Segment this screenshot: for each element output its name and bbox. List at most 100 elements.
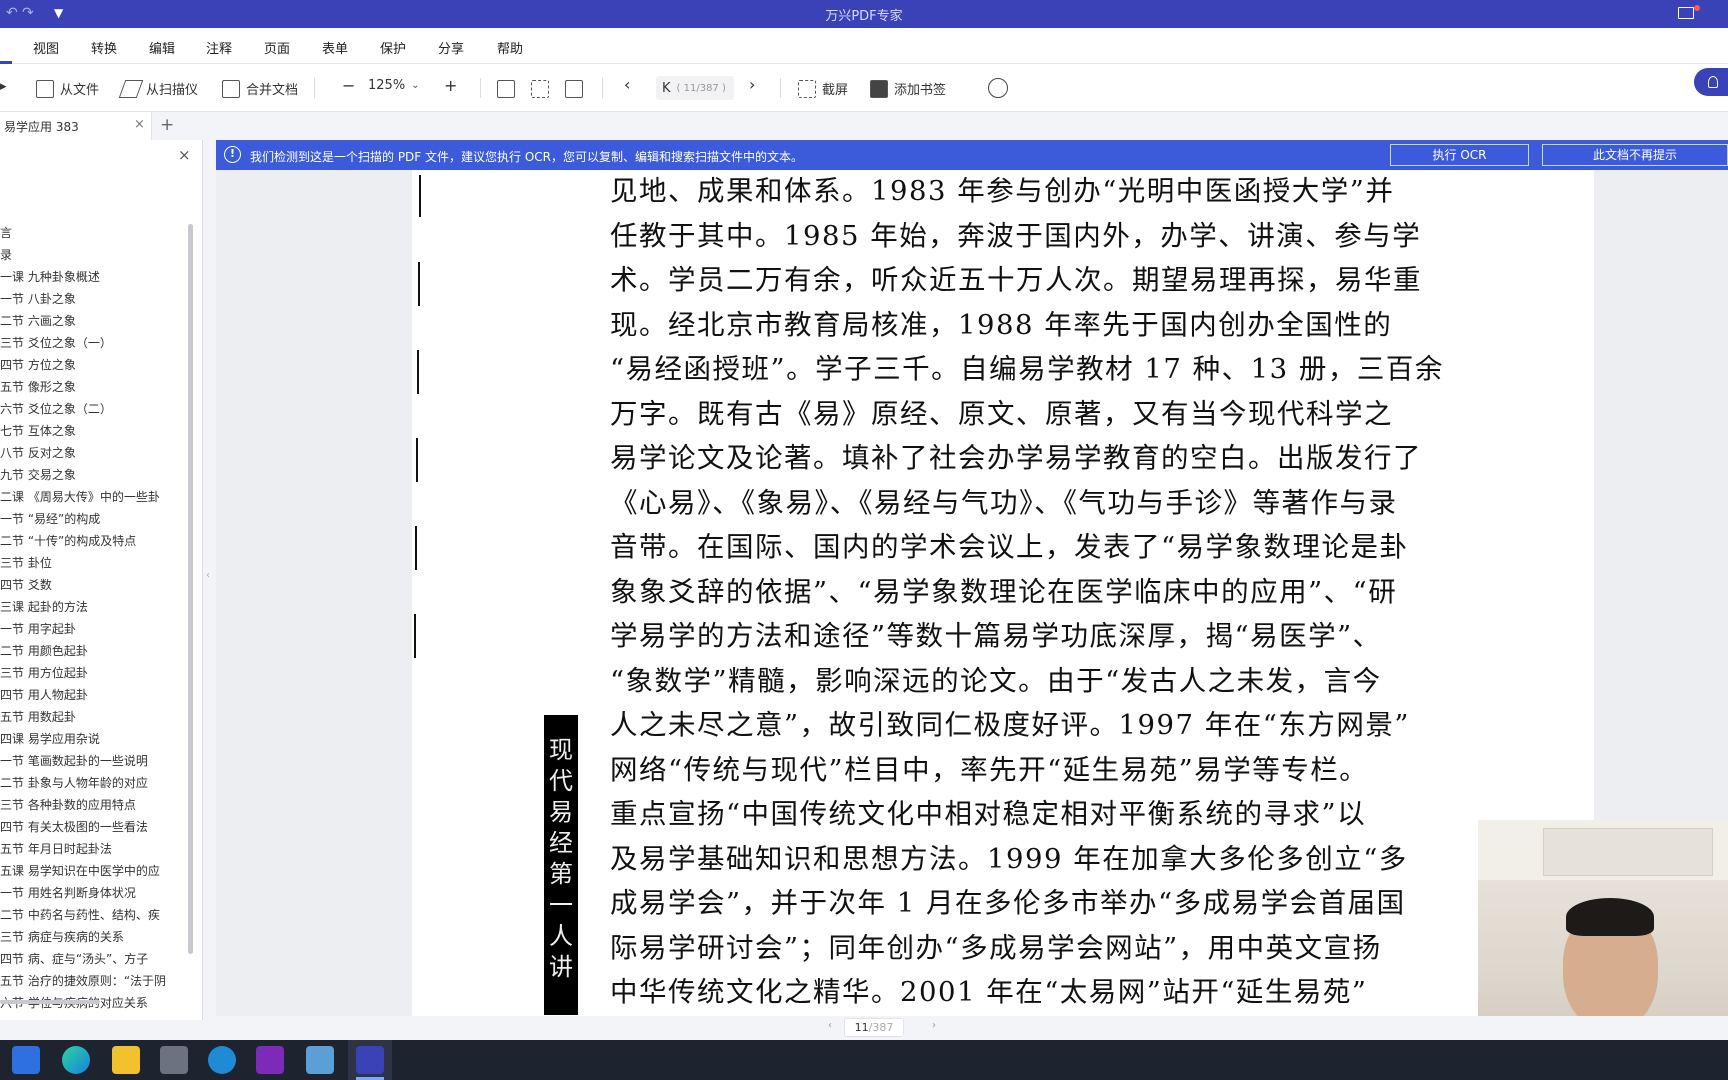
- menu-share[interactable]: 分享: [438, 38, 464, 57]
- toc-item[interactable]: 三节 病症与疾病的关系: [0, 928, 188, 945]
- scan-mark: [415, 526, 417, 570]
- sidebar-scrollbar[interactable]: [188, 224, 193, 954]
- menu-annotate[interactable]: 注释: [206, 38, 232, 57]
- toc-item[interactable]: 四节 病、症与“汤头”、方子: [0, 950, 188, 967]
- toc-item[interactable]: 五节 年月日时起卦法: [0, 840, 188, 857]
- edge-browser-icon[interactable]: [62, 1046, 90, 1074]
- photo-app-icon[interactable]: [306, 1046, 334, 1074]
- rotate-icon[interactable]: [565, 80, 583, 98]
- toc-item[interactable]: 五课 易学知识在中医学中的应: [0, 862, 188, 879]
- toc-item[interactable]: 四课 易学应用杂说: [0, 730, 188, 747]
- menu-edit[interactable]: 编辑: [149, 38, 175, 57]
- document-tab[interactable]: 易学应用 383 ×: [0, 112, 152, 140]
- pdf-expert-icon[interactable]: [356, 1046, 384, 1074]
- toc-item[interactable]: 录: [0, 246, 188, 263]
- wall-painting: [1543, 828, 1713, 876]
- menu-help[interactable]: 帮助: [497, 38, 523, 57]
- status-next-page-icon[interactable]: ›: [932, 1020, 936, 1031]
- scanner-icon: [118, 79, 144, 98]
- prev-page-button[interactable]: ‹: [624, 75, 630, 94]
- toc-item[interactable]: 三节 用方位起卦: [0, 664, 188, 681]
- merge-docs-label: 合并文档: [246, 83, 299, 98]
- onenote-icon[interactable]: [256, 1046, 284, 1074]
- toc-item[interactable]: 四节 用人物起卦: [0, 686, 188, 703]
- file-explorer-icon[interactable]: [112, 1046, 140, 1074]
- status-page-indicator[interactable]: 11/387: [844, 1018, 904, 1037]
- menu-form[interactable]: 表单: [322, 38, 348, 57]
- from-file-button[interactable]: 从文件: [36, 79, 99, 98]
- zoom-in-button[interactable]: +: [444, 76, 457, 95]
- account-button[interactable]: [1694, 68, 1728, 96]
- sidebar-collapse-icon[interactable]: ‹: [206, 570, 210, 581]
- document-line: 现。经北京市教育局核准，1988 年率先于国内创办全国性的: [610, 308, 1393, 341]
- merge-docs-button[interactable]: 合并文档: [222, 79, 298, 98]
- document-line: “象数学”精髓，影响深远的论文。由于“发古人之未发，言今: [610, 664, 1382, 697]
- toolbar-arrow-icon[interactable]: ▸: [0, 79, 7, 94]
- toc-item[interactable]: 一节 “易经”的构成: [0, 510, 188, 527]
- menu-protect[interactable]: 保护: [380, 38, 406, 57]
- toc-item[interactable]: 三节 卦位: [0, 554, 188, 571]
- toc-item[interactable]: 五节 像形之象: [0, 378, 188, 395]
- status-prev-page-icon[interactable]: ‹: [828, 1020, 832, 1031]
- toc-item[interactable]: 四节 有关太极图的一些看法: [0, 818, 188, 835]
- from-scanner-button[interactable]: 从扫描仪: [118, 79, 198, 98]
- toc-item[interactable]: 五节 用数起卦: [0, 708, 188, 725]
- toc-item[interactable]: 言: [0, 224, 188, 241]
- mail-icon[interactable]: [1678, 7, 1694, 19]
- screenshot-button[interactable]: 截屏: [798, 79, 848, 98]
- start-menu-icon[interactable]: [12, 1046, 40, 1074]
- toc-item[interactable]: 三节 各种卦数的应用特点: [0, 796, 188, 813]
- scan-mark: [417, 350, 419, 394]
- toc-item[interactable]: 八节 反对之象: [0, 444, 188, 461]
- zoom-select[interactable]: 125% ⌄: [368, 78, 420, 93]
- toc-item[interactable]: 二节 卦象与人物年龄的对应: [0, 774, 188, 791]
- toc-item[interactable]: 三节 爻位之象（一）: [0, 334, 188, 351]
- toc-item[interactable]: 一节 用字起卦: [0, 620, 188, 637]
- toc-item[interactable]: 一节 八卦之象: [0, 290, 188, 307]
- tab-close-icon[interactable]: ×: [134, 117, 145, 132]
- calculator-icon[interactable]: [160, 1046, 188, 1074]
- next-page-button[interactable]: ›: [749, 75, 755, 94]
- dont-remind-button[interactable]: 此文档不再提示: [1542, 144, 1728, 166]
- toc-item[interactable]: 一节 笔画数起卦的一些说明: [0, 752, 188, 769]
- toc-item[interactable]: 一课 九种卦象概述: [0, 268, 188, 285]
- zoom-out-button[interactable]: −: [342, 76, 355, 95]
- menu-convert[interactable]: 转换: [91, 38, 117, 57]
- toolbar-divider: [780, 78, 781, 98]
- vertical-title-char: 第: [549, 860, 573, 888]
- add-bookmark-button[interactable]: 添加书签: [870, 79, 946, 98]
- sidebar-horizontal-scrollbar[interactable]: [0, 1000, 100, 1004]
- search-icon[interactable]: [988, 78, 1008, 98]
- document-line: 术。学员二万有余，听众近五十万人次。期望易理再探，易华重: [610, 264, 1422, 296]
- toc-item[interactable]: 二节 中药名与药性、结构、疾: [0, 906, 188, 923]
- app-icon[interactable]: [208, 1046, 236, 1074]
- toc-item[interactable]: 一节 用姓名判断身体状况: [0, 884, 188, 901]
- document-line: 成易学会”，并于次年 1 月在多伦多市举办“多成易学会首届国: [610, 887, 1406, 919]
- menu-view[interactable]: 视图: [33, 38, 59, 57]
- toc-item[interactable]: 三课 起卦的方法: [0, 598, 188, 615]
- toc-item[interactable]: 四节 方位之象: [0, 356, 188, 373]
- sidebar-close-icon[interactable]: ×: [178, 146, 191, 164]
- toc-item[interactable]: 二节 用颜色起卦: [0, 642, 188, 659]
- toolbar: ▸ 从文件 从扫描仪 合并文档 − 125% ⌄ + ‹ K ( 11/387 …: [0, 64, 1728, 112]
- page-k-label: K: [662, 80, 671, 96]
- toc-item[interactable]: 四节 爻数: [0, 576, 188, 593]
- toc-item[interactable]: 六节 爻位之象（二）: [0, 400, 188, 417]
- toc-item[interactable]: 五节 治疗的捷效原则：“法于阴: [0, 972, 188, 989]
- page-number-input[interactable]: K ( 11/387 ): [656, 76, 734, 100]
- title-bar: ↶ ↷ ▼ 万兴PDF专家: [0, 0, 1728, 28]
- new-tab-icon[interactable]: +: [160, 115, 174, 135]
- toc-item[interactable]: 二节 六画之象: [0, 312, 188, 329]
- toolbar-divider: [480, 78, 481, 98]
- toc-item[interactable]: 二节 “十传”的构成及特点: [0, 532, 188, 549]
- toc-item[interactable]: 九节 交易之象: [0, 466, 188, 483]
- menu-page[interactable]: 页面: [264, 38, 290, 57]
- fit-page-icon[interactable]: [531, 80, 549, 98]
- fit-width-icon[interactable]: [497, 80, 515, 98]
- toc-item[interactable]: 七节 互体之象: [0, 422, 188, 439]
- document-line: 象象爻辞的依据”、“易学象数理论在医学临床中的应用”、“研: [610, 575, 1398, 608]
- run-ocr-button[interactable]: 执行 OCR: [1390, 144, 1529, 166]
- toc-item[interactable]: 二课 《周易大传》中的一些卦: [0, 488, 188, 505]
- page-number-value: ( 11/387 ): [676, 82, 726, 94]
- camera-icon: [798, 79, 816, 98]
